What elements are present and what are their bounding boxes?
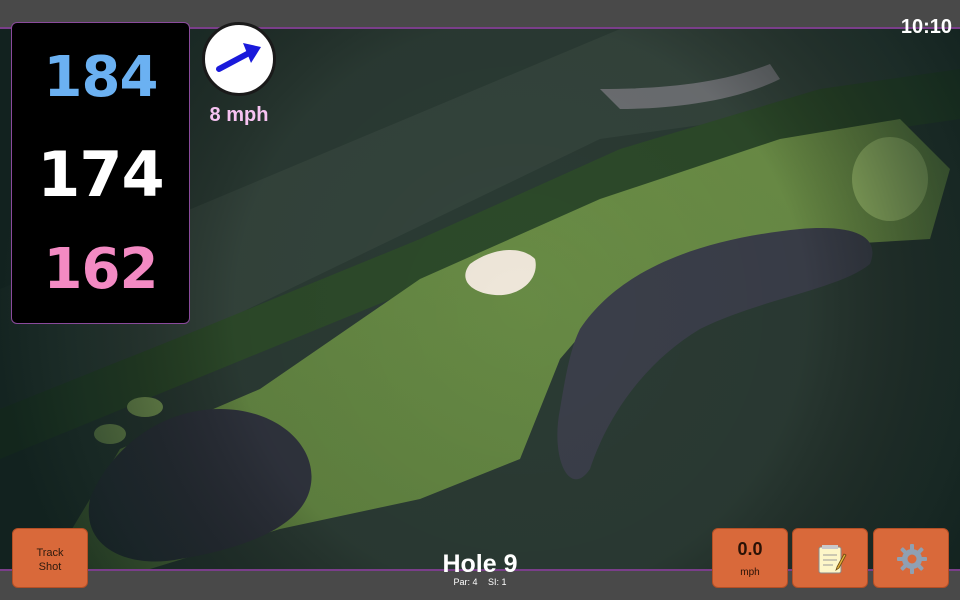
wind-speed-label: 8 mph xyxy=(209,104,269,126)
shot-speed-value: 0.0 xyxy=(737,539,763,559)
hole-par: Par: 4 xyxy=(453,577,478,587)
shot-speed-unit: mph xyxy=(740,567,760,578)
track-shot-label-line1: Track xyxy=(36,547,64,559)
track-shot-button[interactable]: Track Shot xyxy=(12,528,88,588)
distance-panel: 184 174 162 xyxy=(11,22,190,324)
scorecard-notes-button[interactable] xyxy=(792,528,868,588)
wind-direction-dial xyxy=(202,22,276,96)
hole-title: Hole 9 xyxy=(442,550,518,578)
clock: 10:10 xyxy=(900,16,952,38)
wind-direction-arrow-icon xyxy=(216,43,261,72)
back-distance: 184 xyxy=(43,45,159,110)
golf-gps-screen: 10:10 184 174 162 8 mph Track Shot Hole … xyxy=(0,0,960,600)
shot-speed-button[interactable]: 0.0 mph xyxy=(712,528,788,588)
front-distance: 162 xyxy=(43,237,159,302)
gear-icon xyxy=(897,544,927,574)
notepad-icon xyxy=(818,545,847,574)
hole-meta: Par: 4 SI: 1 xyxy=(380,577,580,587)
hole-stroke-index: SI: 1 xyxy=(488,577,507,587)
settings-button[interactable] xyxy=(873,528,949,588)
middle-distance: 174 xyxy=(37,138,164,211)
track-shot-label-line2: Shot xyxy=(38,561,62,573)
